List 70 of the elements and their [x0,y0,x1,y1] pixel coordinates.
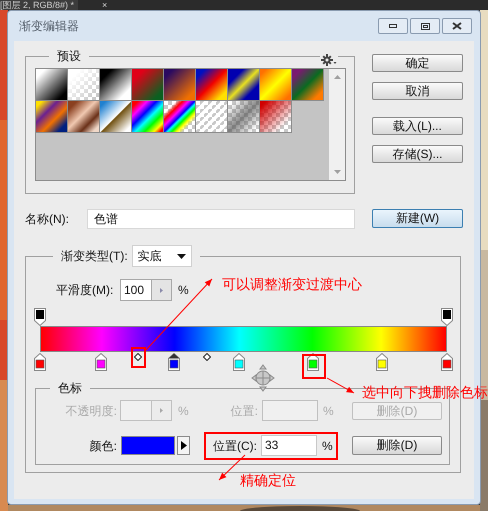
minimize-button[interactable] [378,18,408,34]
dropdown-caret-icon [176,254,186,258]
opacity-stop[interactable] [34,308,46,326]
color-label: 颜色: [88,438,117,454]
presets-label: 预设 [56,49,82,63]
stops-panel-title: 色标 [57,381,83,395]
close-icon [452,22,462,30]
document-tab[interactable]: [图层 2, RGB/8#) * [0,0,78,10]
percent-label: % [323,402,334,420]
new-button[interactable]: 新建(W) [372,209,463,228]
gradient-type-label: 渐变类型(T): [61,248,128,265]
gradient-swatch[interactable] [196,101,228,133]
settings-button[interactable] [320,54,338,66]
delete-button[interactable]: 删除(D) [352,436,442,455]
arrow-icon [180,441,186,450]
gradient-swatch[interactable] [228,69,260,101]
gradient-swatch[interactable] [196,69,228,101]
annotation-text: 可以调整渐变过渡中心 [222,275,362,294]
gradient-type-dropdown[interactable]: 实底 [132,245,192,267]
color-stop[interactable] [233,353,246,371]
color-stop[interactable] [34,353,46,371]
window-title: 渐变编辑器 [19,18,79,35]
close-button[interactable] [442,18,472,34]
maximize-button[interactable] [410,18,440,34]
location-field[interactable]: 33 [261,435,317,456]
highlight-box [302,354,326,379]
dialog-button[interactable]: 取消 [372,82,463,100]
dialog-button[interactable]: 存储(S)... [372,145,463,163]
color-stop[interactable] [95,353,108,371]
color-swatch[interactable] [121,436,175,455]
gradient-swatch[interactable] [292,69,324,101]
location-label: 位置: [230,402,258,420]
gradient-swatch[interactable] [164,69,196,101]
maximize-icon [420,22,430,30]
settings-icon [321,54,337,66]
gradient-swatch[interactable] [68,69,100,101]
close-tab-button[interactable]: × [102,0,108,10]
color-stop[interactable] [441,353,453,371]
gradient-swatch[interactable] [260,69,292,101]
name-field[interactable]: 色谱 [87,208,355,228]
gradient-swatch[interactable] [68,101,100,133]
opacity-label: 不透明度: [64,402,117,420]
highlight-box [131,347,146,368]
percent-label: % [178,402,190,420]
dialog-button[interactable]: 载入(L)... [372,117,463,135]
gradient-swatch[interactable] [260,101,292,133]
location-label: 位置(C): [212,438,257,454]
name-label: 名称(N): [25,210,70,228]
location-field [262,400,318,421]
gradient-swatch[interactable] [132,101,164,133]
color-menu-button[interactable] [177,436,190,455]
move-icon [251,364,275,392]
gradient-swatch[interactable] [100,69,132,101]
opacity-stop[interactable] [441,308,453,326]
color-stop[interactable] [168,353,180,371]
annotation-text: 选中向下拽删除色标 [362,385,488,400]
gradient-bar[interactable] [40,326,447,352]
gradient-swatch[interactable] [228,101,260,133]
color-stop[interactable] [376,353,388,371]
percent-label: % [322,438,333,454]
gradient-swatch[interactable] [36,101,68,133]
dialog-button[interactable]: 确定 [372,54,463,72]
minimize-icon [389,24,397,28]
percent-label: % [178,282,189,299]
gradient-swatch[interactable] [164,101,196,133]
smoothness-label: 平滑度(M): [56,282,114,299]
gradient-swatch[interactable] [132,69,164,101]
gradient-swatch[interactable] [36,69,68,101]
annotation-text: 精确定位 [240,471,296,490]
gradient-swatch[interactable] [100,101,132,133]
